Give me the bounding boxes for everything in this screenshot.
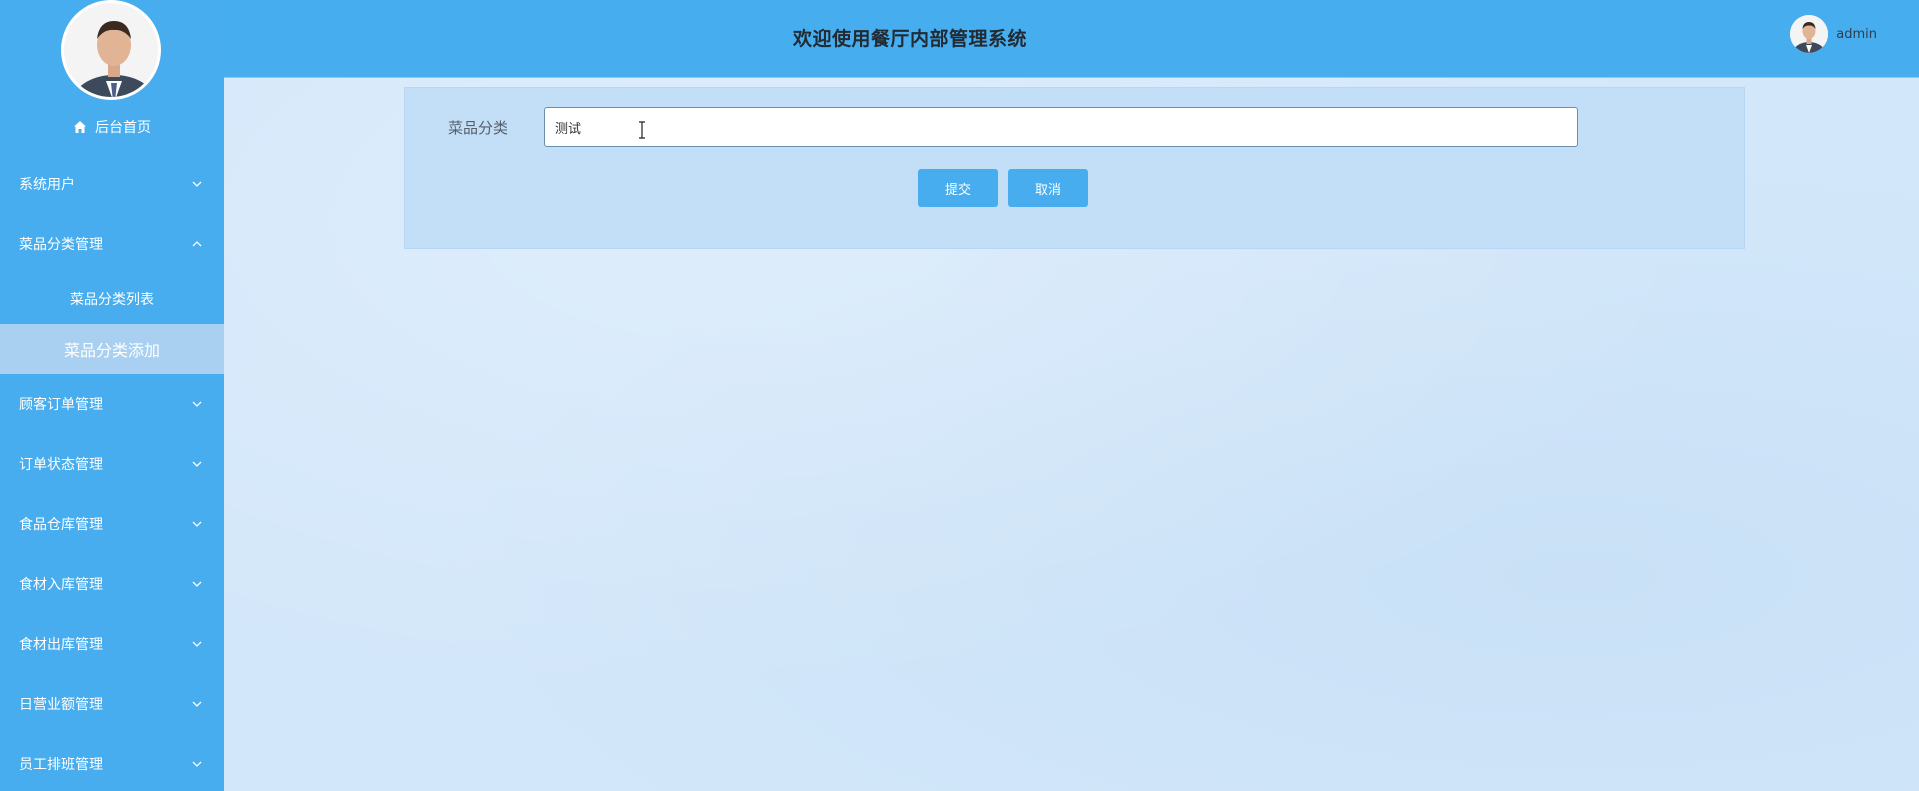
sidebar-item-label: 日营业额管理 [19,697,103,713]
submit-button[interactable]: 提交 [918,169,998,207]
home-icon [74,121,86,133]
sidebar-item-order-status[interactable]: 订单状态管理 [0,434,224,494]
chevron-down-icon [192,401,202,407]
top-header: 欢迎使用餐厅内部管理系统 admin [224,0,1919,78]
sidebar-item-label: 食材入库管理 [19,577,103,593]
sidebar-item-label: 菜品分类管理 [19,237,103,253]
chevron-down-icon [192,581,202,587]
sidebar-item-label: 食品仓库管理 [19,517,103,533]
text-cursor-icon [639,121,645,139]
sidebar-item-label: 顾客订单管理 [19,397,103,413]
sidebar-item-label: 食材出库管理 [19,637,103,653]
sidebar-subitem-label: 菜品分类列表 [70,292,154,308]
sidebar: 后台首页 系统用户 菜品分类管理 菜品分类列表 菜品分类添加 顾客订单管理 订单… [0,0,224,791]
sidebar-item-food-warehouse[interactable]: 食品仓库管理 [0,494,224,554]
home-link[interactable]: 后台首页 [0,114,224,140]
home-link-label: 后台首页 [95,120,151,136]
category-field-label: 菜品分类 [448,119,509,137]
sidebar-subitem-category-list[interactable]: 菜品分类列表 [0,274,224,324]
user-avatar [1790,15,1829,53]
sidebar-item-dish-category[interactable]: 菜品分类管理 [0,214,224,274]
sidebar-item-label: 订单状态管理 [19,457,103,473]
sidebar-item-customer-orders[interactable]: 顾客订单管理 [0,374,224,434]
sidebar-item-staff-schedule[interactable]: 员工排班管理 [0,734,224,791]
sidebar-item-ingredient-in[interactable]: 食材入库管理 [0,554,224,614]
sidebar-subitem-label: 菜品分类添加 [63,341,160,360]
page-title: 欢迎使用餐厅内部管理系统 [793,28,1028,50]
chevron-up-icon [192,241,202,247]
sidebar-subitem-category-add[interactable]: 菜品分类添加 [0,324,224,374]
chevron-down-icon [192,461,202,467]
sidebar-menu: 系统用户 菜品分类管理 菜品分类列表 菜品分类添加 顾客订单管理 订单状态管理 … [0,154,224,791]
category-form-panel: 菜品分类 提交 取消 [404,87,1745,249]
sidebar-item-label: 系统用户 [19,177,75,193]
category-name-input[interactable] [544,107,1578,147]
cancel-button[interactable]: 取消 [1008,169,1088,207]
chevron-down-icon [192,701,202,707]
sidebar-item-ingredient-out[interactable]: 食材出库管理 [0,614,224,674]
user-menu[interactable]: admin [1790,15,1877,53]
chevron-down-icon [192,761,202,767]
username: admin [1836,26,1877,42]
chevron-down-icon [192,181,202,187]
chevron-down-icon [192,641,202,647]
sidebar-item-system-users[interactable]: 系统用户 [0,154,224,214]
sidebar-item-label: 员工排班管理 [19,757,103,773]
sidebar-item-daily-revenue[interactable]: 日营业额管理 [0,674,224,734]
chevron-down-icon [192,521,202,527]
avatar [61,0,161,100]
